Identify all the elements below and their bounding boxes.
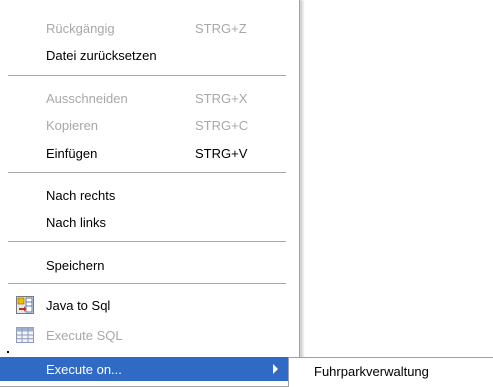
menu-item-undo-label: Rückgängig [46,20,115,36]
menu-item-save[interactable]: Speichern [0,253,298,277]
menu-item-paste-label: Einfügen [46,145,98,161]
menu-item-paste-shortcut: STRG+V [195,145,248,161]
menu-item-cut-label: Ausschneiden [46,90,128,106]
stray-pixel [7,351,9,353]
menu-item-next[interactable]: Nach rechts [0,183,298,207]
menu-item-copy-shortcut: STRG+C [195,117,249,133]
menu-separator [8,75,286,76]
menu-item-cut-shortcut: STRG+X [195,90,248,106]
menu-item-copy: Kopieren STRG+C [0,113,298,137]
menu-item-save-label: Speichern [46,257,105,273]
submenu-item-fuhrparkverwaltung[interactable]: Fuhrparkverwaltung [314,364,429,379]
menu-item-execute-on-label: Execute on... [46,361,122,377]
menu-item-copy-label: Kopieren [46,117,99,133]
menu-item-execute-sql-label: Execute SQL [46,327,123,343]
menu-item-revert-file-label: Datei zurücksetzen [46,47,157,63]
menu-separator [8,172,286,173]
menu-item-execute-sql: Execute SQL [0,323,298,347]
menu-item-revert-file[interactable]: Datei zurücksetzen [0,43,298,67]
context-menu: Rückgängig STRG+Z Datei zurücksetzen Aus… [0,0,300,387]
java-to-sql-icon [16,296,34,314]
menu-item-undo-shortcut: STRG+Z [195,20,247,36]
menu-item-execute-on[interactable]: Execute on... [0,357,298,381]
menu-separator [8,283,286,284]
menu-item-java-to-sql-label: Java to Sql [46,297,111,313]
submenu-execute-on: Fuhrparkverwaltung [288,357,493,387]
menu-item-undo: Rückgängig STRG+Z [0,16,298,40]
menu-item-next-label: Nach rechts [46,187,116,203]
menu-separator [8,241,286,242]
table-grid-icon [16,327,34,343]
menu-item-paste[interactable]: Einfügen STRG+V [0,141,298,165]
menu-item-previous[interactable]: Nach links [0,210,298,234]
menu-item-cut: Ausschneiden STRG+X [0,86,298,110]
menu-item-java-to-sql[interactable]: Java to Sql [0,293,298,317]
menu-item-previous-label: Nach links [46,214,106,230]
submenu-arrow-icon [273,364,278,374]
